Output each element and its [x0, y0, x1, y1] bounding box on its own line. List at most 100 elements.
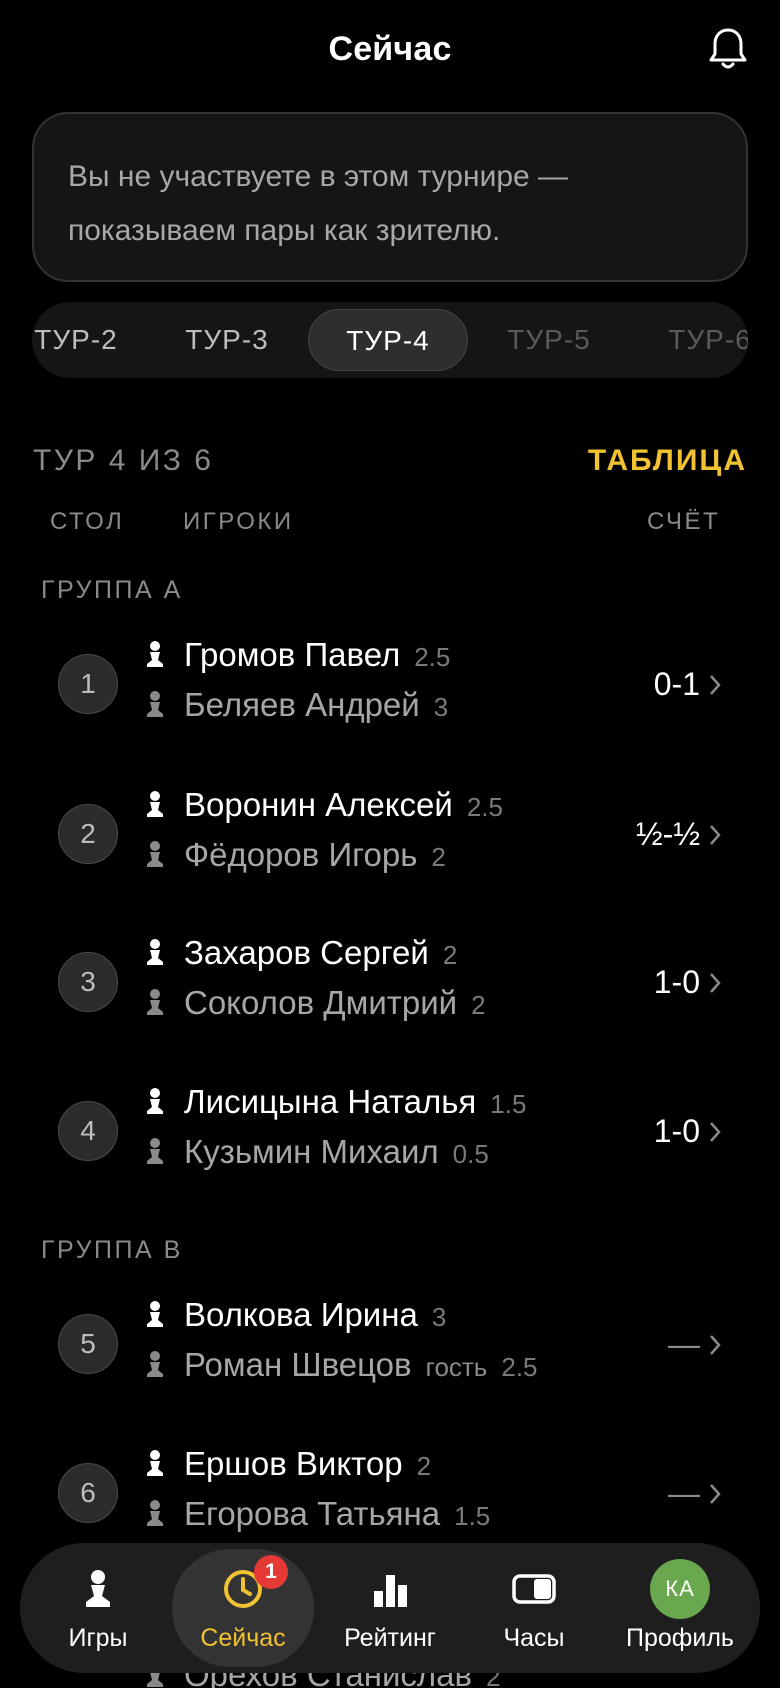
white-pawn-icon [147, 641, 163, 667]
table-number: 3 [58, 952, 118, 1012]
table-row[interactable]: 3 Захаров Сергей 2 Соколов Дмитрий 2 1-0 [0, 918, 780, 1048]
chevron-right-icon [710, 1122, 721, 1142]
notice-line-1: Вы не участвуете в этом турнире — [68, 160, 569, 193]
column-header-players: ИГРОКИ [183, 508, 294, 535]
game-score: 1-0 [653, 1113, 700, 1149]
white-pawn-icon [147, 939, 163, 965]
table-row[interactable]: 5 Волкова Ирина 3 Роман Швецов гость 2.5 — [0, 1280, 780, 1410]
bell-icon[interactable] [706, 26, 750, 72]
pawn-icon [86, 1570, 110, 1607]
player-points: 1.5 [490, 1089, 527, 1119]
white-player: Громов Павел 2.5 [144, 636, 450, 686]
table-row[interactable]: 1 Громов Павел 2.5 Беляев Андрей 3 0-1 [0, 620, 780, 750]
table-number: 6 [58, 1463, 118, 1523]
player-name: Фёдоров Игорь [184, 836, 418, 873]
tab-round-6[interactable]: ТУР-6 [630, 309, 748, 371]
nav-now[interactable]: 1 Сейчас [172, 1549, 314, 1667]
nav-label: Сейчас [200, 1624, 286, 1652]
avatar: КА [650, 1559, 710, 1619]
player-name: Воронин Алексей [184, 786, 453, 823]
player-points: 2.5 [466, 792, 503, 822]
player-name: Волкова Ирина [184, 1296, 418, 1333]
white-player: Волкова Ирина 3 [144, 1296, 446, 1346]
player-points: 2.5 [414, 642, 451, 672]
group-header: ГРУППА B [41, 1236, 183, 1264]
nav-label: Рейтинг [344, 1624, 436, 1652]
chevron-right-icon [710, 1484, 721, 1504]
black-player: Беляев Андрей 3 [144, 686, 448, 736]
chevron-right-icon [710, 825, 721, 845]
nav-profile[interactable]: КА Профиль [608, 1543, 752, 1673]
white-player: Захаров Сергей 2 [144, 934, 457, 984]
black-player: Соколов Дмитрий 2 [144, 984, 486, 1034]
column-header-table: СТОЛ [50, 508, 125, 535]
standings-table-link[interactable]: ТАБЛИЦА [588, 444, 747, 478]
chevron-right-icon [710, 1335, 721, 1355]
bottom-nav: Игры 1 Сейчас Рейтинг Часы КА Профиль [20, 1543, 760, 1673]
black-pawn-icon [147, 841, 163, 867]
nav-games[interactable]: Игры [26, 1543, 170, 1673]
player-name: Соколов Дмитрий [184, 984, 458, 1021]
player-points: 2.5 [501, 1352, 538, 1382]
nav-clock[interactable]: Часы [462, 1543, 606, 1673]
nav-label: Игры [68, 1624, 128, 1652]
guest-tag: гость [425, 1352, 488, 1382]
black-player: Егорова Татьяна 1.5 [144, 1495, 490, 1545]
white-player: Ершов Виктор 2 [144, 1445, 431, 1495]
player-name: Егорова Татьяна [184, 1495, 441, 1532]
notice-line-2: показываем пары как зрителю. [68, 214, 501, 247]
game-score: 0-1 [653, 666, 700, 702]
chevron-right-icon [710, 675, 721, 695]
black-pawn-icon [147, 691, 163, 717]
table-row[interactable]: 6 Ершов Виктор 2 Егорова Татьяна 1.5 — [0, 1429, 780, 1559]
group-header: ГРУППА A [41, 576, 183, 604]
nav-rating[interactable]: Рейтинг [318, 1543, 462, 1673]
tab-round-2[interactable]: ТУР-2 [32, 309, 156, 371]
player-points: 1.5 [454, 1501, 491, 1531]
table-number: 4 [58, 1101, 118, 1161]
table-row[interactable]: 4 Лисицына Наталья 1.5 Кузьмин Михаил 0.5 … [0, 1067, 780, 1197]
tab-round-3[interactable]: ТУР-3 [147, 309, 307, 371]
nav-label: Часы [503, 1624, 565, 1652]
chess-clock-icon [512, 1574, 556, 1604]
game-score: 1-0 [653, 964, 700, 1000]
player-name: Ершов Виктор [184, 1445, 403, 1482]
header: Сейчас [0, 0, 780, 104]
tab-round-5[interactable]: ТУР-5 [469, 309, 629, 371]
black-player: Роман Швецов гость 2.5 [144, 1346, 538, 1396]
page-title: Сейчас [328, 30, 452, 68]
black-pawn-icon [147, 1138, 163, 1164]
black-player: Фёдоров Игорь 2 [144, 836, 446, 886]
player-points: 2 [416, 1451, 432, 1481]
black-pawn-icon [147, 1500, 163, 1526]
player-name: Громов Павел [184, 636, 401, 673]
player-points: 0.5 [452, 1139, 489, 1169]
player-points: 2 [471, 990, 486, 1020]
player-points: 2 [442, 940, 458, 970]
white-pawn-icon [147, 1450, 163, 1476]
nav-label: Профиль [626, 1624, 734, 1652]
spectator-notice: Вы не участвуете в этом турнире — показы… [32, 112, 748, 282]
chevron-right-icon [710, 973, 721, 993]
player-name: Беляев Андрей [184, 686, 420, 723]
player-points: 3 [431, 1302, 447, 1332]
notification-badge: 1 [254, 1555, 288, 1589]
table-row[interactable]: 2 Воронин Алексей 2.5 Фёдоров Игорь 2 ½-½ [0, 770, 780, 900]
bar-chart-icon [374, 1575, 407, 1607]
player-name: Лисицына Наталья [184, 1083, 477, 1120]
black-player: Кузьмин Михаил 0.5 [144, 1133, 489, 1183]
player-points: 2 [431, 842, 446, 872]
player-name: Роман Швецов [184, 1346, 412, 1383]
game-score: — [668, 1475, 700, 1511]
round-tabs: ТУР-2 ТУР-3 ТУР-4 ТУР-5 ТУР-6 [32, 302, 748, 378]
white-player: Воронин Алексей 2.5 [144, 786, 503, 836]
game-score: — [668, 1326, 700, 1362]
white-pawn-icon [147, 1301, 163, 1327]
white-pawn-icon [147, 791, 163, 817]
tab-round-4[interactable]: ТУР-4 [308, 309, 468, 371]
white-pawn-icon [147, 1088, 163, 1114]
game-score: ½-½ [635, 816, 700, 852]
round-label: ТУР 4 ИЗ 6 [33, 444, 214, 477]
black-pawn-icon [147, 1351, 163, 1377]
black-pawn-icon [147, 989, 163, 1015]
